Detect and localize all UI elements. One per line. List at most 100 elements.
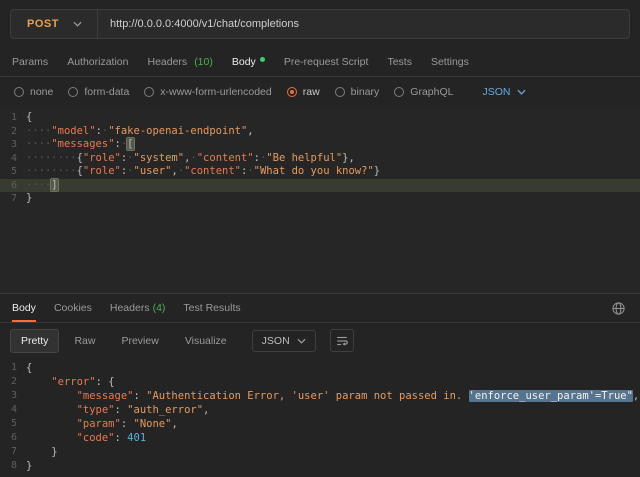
body-type-none[interactable]: none — [14, 86, 53, 98]
body-type-raw[interactable]: raw — [287, 86, 320, 98]
code-line[interactable]: 7} — [0, 192, 640, 206]
method-chevron-down-icon — [73, 21, 82, 27]
response-tab-headers[interactable]: Headers(4) — [110, 294, 166, 322]
view-tab-pretty[interactable]: Pretty — [10, 329, 59, 353]
tab-settings-label: Settings — [431, 56, 469, 68]
response-tab-headers-count: (4) — [153, 302, 166, 314]
tab-tests-label: Tests — [387, 56, 412, 68]
body-type-form-data[interactable]: form-data — [68, 86, 129, 98]
raw-language-select[interactable]: JSON — [482, 86, 525, 98]
tab-tests[interactable]: Tests — [387, 56, 412, 68]
method-selector[interactable]: POST — [11, 10, 97, 38]
radio-raw-icon — [287, 87, 297, 97]
request-tabs: Params Authorization Headers(10) Body Pr… — [0, 47, 640, 77]
body-type-row: none form-data x-www-form-urlencoded raw… — [0, 77, 640, 107]
tab-settings[interactable]: Settings — [431, 56, 469, 68]
code-line[interactable]: 4········{"role":·"system",·"content":·"… — [0, 152, 640, 166]
tab-headers[interactable]: Headers(10) — [147, 56, 212, 68]
response-body-viewer[interactable]: 1{2 "error": {3 "message": "Authenticati… — [0, 358, 640, 477]
method-label: POST — [27, 18, 59, 30]
code-line[interactable]: 6 "code": 401 — [0, 431, 640, 445]
view-tab-visualize[interactable]: Visualize — [174, 329, 238, 353]
line-number: 2 — [0, 375, 26, 389]
code-line[interactable]: 2 "error": { — [0, 375, 640, 389]
code-line[interactable]: 8} — [0, 459, 640, 473]
line-content: ········{"role":·"user",·"content":·"Wha… — [26, 165, 640, 179]
response-language-chevron-down-icon — [297, 338, 306, 344]
line-number: 3 — [0, 138, 26, 152]
response-language-select[interactable]: JSON — [252, 330, 316, 352]
tab-body[interactable]: Body — [232, 56, 265, 68]
code-line[interactable]: 7 } — [0, 445, 640, 459]
body-type-raw-label: raw — [303, 86, 320, 98]
line-content: "error": { — [26, 375, 640, 389]
code-line[interactable]: 1{ — [0, 111, 640, 125]
body-type-graphql[interactable]: GraphQL — [394, 86, 453, 98]
body-type-binary[interactable]: binary — [335, 86, 380, 98]
response-tab-cookies[interactable]: Cookies — [54, 294, 92, 322]
tab-params[interactable]: Params — [12, 56, 48, 68]
body-type-form-data-label: form-data — [84, 86, 129, 98]
line-content: } — [26, 445, 640, 459]
body-type-urlencoded[interactable]: x-www-form-urlencoded — [144, 86, 271, 98]
view-tab-visualize-label: Visualize — [185, 335, 227, 347]
line-number: 3 — [0, 389, 26, 403]
view-tab-raw[interactable]: Raw — [63, 329, 106, 353]
code-line[interactable]: 1{ — [0, 361, 640, 375]
line-number: 6 — [0, 179, 26, 193]
line-number: 5 — [0, 417, 26, 431]
language-chevron-down-icon — [517, 89, 526, 95]
line-content: } — [26, 192, 640, 206]
response-view-toolbar: Pretty Raw Preview Visualize JSON — [0, 323, 640, 358]
line-number: 1 — [0, 361, 26, 375]
line-number: 1 — [0, 111, 26, 125]
code-line[interactable]: 2····"model":·"fake-openai-endpoint", — [0, 125, 640, 139]
line-content: ····"model":·"fake-openai-endpoint", — [26, 125, 640, 139]
tab-prerequest-script[interactable]: Pre-request Script — [284, 56, 369, 68]
response-tab-test-results[interactable]: Test Results — [183, 294, 240, 322]
response-tab-body-label: Body — [12, 302, 36, 314]
tab-body-label: Body — [232, 56, 256, 68]
view-tab-pretty-label: Pretty — [21, 335, 48, 347]
response-tab-test-results-label: Test Results — [183, 302, 240, 314]
response-language-label: JSON — [262, 335, 290, 347]
request-body-editor[interactable]: 1{2····"model":·"fake-openai-endpoint",3… — [0, 107, 640, 293]
line-content: "message": "Authentication Error, 'user'… — [26, 389, 640, 403]
url-input[interactable] — [98, 10, 629, 38]
raw-language-label: JSON — [482, 86, 510, 98]
body-type-none-label: none — [30, 86, 53, 98]
view-tab-preview[interactable]: Preview — [110, 329, 169, 353]
response-tabs: Body Cookies Headers(4) Test Results — [0, 294, 640, 323]
tab-authorization[interactable]: Authorization — [67, 56, 128, 68]
code-line[interactable]: 5 "param": "None", — [0, 417, 640, 431]
line-content: { — [26, 361, 640, 375]
code-line[interactable]: 3····"messages":·[ — [0, 138, 640, 152]
tab-authorization-label: Authorization — [67, 56, 128, 68]
code-line[interactable]: 6····] — [0, 179, 640, 193]
line-number: 2 — [0, 125, 26, 139]
tab-headers-count: (10) — [194, 56, 213, 68]
network-globe-icon[interactable] — [609, 299, 628, 318]
line-content: ····"messages":·[ — [26, 138, 640, 152]
tab-params-label: Params — [12, 56, 48, 68]
response-tab-body[interactable]: Body — [12, 294, 36, 322]
line-content: } — [26, 459, 640, 473]
line-content: ····] — [26, 179, 640, 193]
code-line[interactable]: 3 "message": "Authentication Error, 'use… — [0, 389, 640, 403]
tab-prerequest-label: Pre-request Script — [284, 56, 369, 68]
api-client-window: POST Params Authorization Headers(10) Bo… — [0, 0, 640, 477]
wrap-lines-icon — [335, 334, 349, 348]
line-content: ········{"role":·"system",·"content":·"B… — [26, 152, 640, 166]
url-bar-container: POST — [10, 9, 630, 39]
response-tab-headers-label: Headers — [110, 302, 150, 314]
radio-graphql-icon — [394, 87, 404, 97]
wrap-lines-button[interactable] — [330, 329, 354, 352]
body-modified-dot — [260, 57, 265, 62]
line-content: "type": "auth_error", — [26, 403, 640, 417]
line-content: { — [26, 111, 640, 125]
code-line[interactable]: 4 "type": "auth_error", — [0, 403, 640, 417]
code-line[interactable]: 5········{"role":·"user",·"content":·"Wh… — [0, 165, 640, 179]
line-number: 7 — [0, 192, 26, 206]
line-number: 6 — [0, 431, 26, 445]
line-number: 4 — [0, 152, 26, 166]
